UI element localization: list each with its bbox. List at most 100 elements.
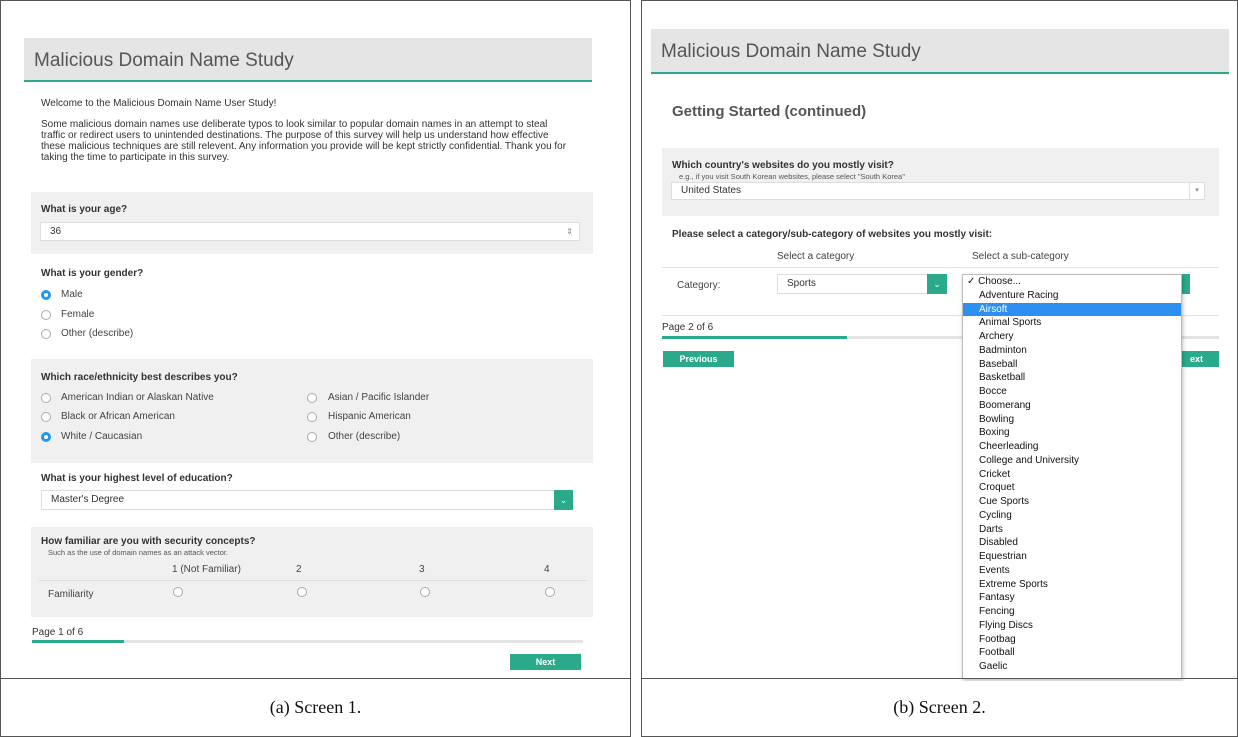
category-select[interactable]: Sports ⌄	[777, 274, 947, 294]
dropdown-option[interactable]: Cue Sports	[963, 495, 1181, 509]
dropdown-option[interactable]: Gaelic	[963, 660, 1181, 674]
race-other-radio[interactable]	[307, 432, 317, 442]
scale-label: 2	[296, 564, 302, 575]
chevron-down-icon[interactable]: ⌄	[554, 490, 573, 510]
caption: (a) Screen 1.	[1, 678, 630, 736]
scale-label: 4	[544, 564, 550, 575]
race-section: Which race/ethnicity best describes you?…	[31, 359, 593, 463]
age-input[interactable]: 36 ⇕	[40, 222, 580, 241]
race-question: Which race/ethnicity best describes you?	[41, 372, 238, 383]
intro-text: Some malicious domain names use delibera…	[41, 119, 589, 163]
dropdown-option[interactable]: Baseball	[963, 358, 1181, 372]
dropdown-option[interactable]: College and University	[963, 454, 1181, 468]
familiarity-row-label: Familiarity	[48, 589, 94, 600]
dropdown-option[interactable]: Fantasy	[963, 591, 1181, 605]
dropdown-option[interactable]: Football	[963, 646, 1181, 660]
race-asian-radio[interactable]	[307, 393, 317, 403]
dropdown-option[interactable]: Footbag	[963, 633, 1181, 647]
race-black-radio[interactable]	[41, 412, 51, 422]
race-hispanic-radio[interactable]	[307, 412, 317, 422]
familiarity-2-radio[interactable]	[297, 587, 307, 597]
race-option-label: American Indian or Alaskan Native	[61, 392, 214, 403]
category-row-label: Category:	[677, 280, 721, 291]
progress-fill	[662, 336, 848, 339]
country-value: United States	[681, 185, 742, 196]
divider	[662, 267, 1219, 268]
familiarity-4-radio[interactable]	[545, 587, 555, 597]
gender-question: What is your gender?	[41, 268, 144, 279]
security-subtext: Such as the use of domain names as an at…	[48, 548, 229, 557]
country-select[interactable]: United States ▾	[671, 182, 1205, 200]
screen-2: Malicious Domain Name Study Getting Star…	[642, 1, 1237, 681]
gender-female-radio[interactable]	[41, 310, 51, 320]
race-option-label: Hispanic American	[328, 411, 411, 422]
previous-button[interactable]: Previous	[663, 351, 734, 367]
intro-line: traffic or redirect users to unintended …	[41, 130, 549, 141]
age-value: 36	[50, 226, 62, 237]
country-question: Which country's websites do you mostly v…	[672, 160, 894, 171]
dropdown-option[interactable]: Cycling	[963, 509, 1181, 523]
screen-1: Malicious Domain Name Study Welcome to t…	[1, 1, 630, 681]
education-select[interactable]: Master's Degree ⌄	[41, 490, 573, 510]
page-indicator: Page 1 of 6	[32, 627, 84, 638]
race-option-label: Other (describe)	[328, 431, 401, 442]
dropdown-option[interactable]: Equestrian	[963, 550, 1181, 564]
chevron-down-icon[interactable]: ⌄	[927, 274, 947, 294]
country-section: Which country's websites do you mostly v…	[662, 148, 1219, 216]
dropdown-option[interactable]: Boxing	[963, 426, 1181, 440]
age-question: What is your age?	[41, 204, 128, 215]
page-header: Malicious Domain Name Study	[24, 38, 592, 82]
security-question: How familiar are you with security conce…	[41, 536, 256, 547]
familiarity-1-radio[interactable]	[173, 587, 183, 597]
dropdown-option[interactable]: Archery	[963, 330, 1181, 344]
dropdown-option[interactable]: Flying Discs	[963, 619, 1181, 633]
dropdown-option[interactable]: Badminton	[963, 344, 1181, 358]
gender-option-label: Male	[61, 289, 83, 300]
progress-fill	[32, 640, 125, 643]
gender-male-radio[interactable]	[41, 290, 51, 300]
dropdown-option[interactable]: Cheerleading	[963, 440, 1181, 454]
stepper-icon[interactable]: ⇕	[566, 223, 573, 240]
dropdown-option[interactable]: Basketball	[963, 371, 1181, 385]
page-indicator: Page 2 of 6	[662, 322, 714, 333]
page-title: Malicious Domain Name Study	[661, 41, 921, 62]
dropdown-option[interactable]: Airsoft	[963, 302, 1181, 317]
education-value: Master's Degree	[51, 494, 125, 505]
race-option-label: Asian / Pacific Islander	[328, 392, 430, 403]
dropdown-option[interactable]: Boomerang	[963, 399, 1181, 413]
screen-2-panel: Malicious Domain Name Study Getting Star…	[641, 0, 1238, 737]
intro-line: taking the time to participate in this s…	[41, 152, 230, 163]
dropdown-option[interactable]: Darts	[963, 523, 1181, 537]
dropdown-option[interactable]: Bowling	[963, 413, 1181, 427]
dropdown-option[interactable]: Adventure Racing	[963, 289, 1181, 303]
dropdown-option[interactable]: Disabled	[963, 536, 1181, 550]
column-header: Select a sub-category	[972, 251, 1069, 262]
country-hint: e.g., if you visit South Korean websites…	[679, 172, 905, 181]
dropdown-option[interactable]: Fencing	[963, 605, 1181, 619]
education-question: What is your highest level of education?	[41, 473, 233, 484]
category-question: Please select a category/sub-category of…	[672, 229, 993, 240]
dropdown-option[interactable]: Cricket	[963, 468, 1181, 482]
gender-option-label: Female	[61, 309, 95, 320]
column-header: Select a category	[777, 251, 855, 262]
race-american-indian-radio[interactable]	[41, 393, 51, 403]
intro-line: Some malicious domain names use delibera…	[41, 119, 548, 130]
familiarity-3-radio[interactable]	[420, 587, 430, 597]
welcome-text: Welcome to the Malicious Domain Name Use…	[41, 98, 277, 109]
dropdown-option[interactable]: Bocce	[963, 385, 1181, 399]
race-option-label: White / Caucasian	[61, 431, 143, 442]
dropdown-option[interactable]: Croquet	[963, 481, 1181, 495]
scale-label: 1 (Not Familiar)	[172, 564, 241, 575]
dropdown-option[interactable]: Extreme Sports	[963, 578, 1181, 592]
age-section: What is your age? 36 ⇕	[31, 192, 593, 254]
next-button[interactable]: Next	[510, 654, 581, 670]
dropdown-option[interactable]: Animal Sports	[963, 316, 1181, 330]
gender-other-radio[interactable]	[41, 329, 51, 339]
dropdown-option-choose[interactable]: ✓ Choose...	[963, 275, 1181, 289]
race-white-radio[interactable]	[41, 432, 51, 442]
chevron-down-icon[interactable]: ▾	[1189, 183, 1204, 199]
scale-label: 3	[419, 564, 425, 575]
dropdown-option[interactable]: Events	[963, 564, 1181, 578]
subcategory-dropdown-list[interactable]: ✓ Choose... Adventure Racing Airsoft Animal…	[962, 274, 1182, 679]
page-header: Malicious Domain Name Study	[651, 29, 1229, 74]
